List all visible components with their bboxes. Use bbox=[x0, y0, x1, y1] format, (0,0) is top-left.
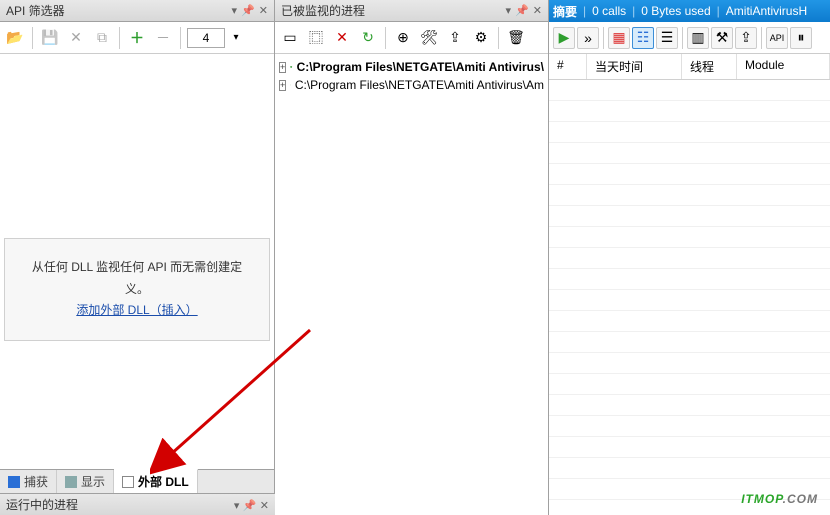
right-toolbar: ▶ » ▦ ☷ ☰ ▥ ⚒ ⇪ API ⏸ bbox=[549, 22, 830, 54]
mid-toolbar: ▭ ⿴ ✕ ↻ ⊕ 🛠 ⇪ ⚙ 🗑 bbox=[275, 22, 548, 54]
col-thread[interactable]: 线程 bbox=[682, 54, 737, 79]
hint-text-1: 从任何 DLL 监视任何 API 而无需创建定 bbox=[15, 257, 259, 279]
hint-box: 从任何 DLL 监视任何 API 而无需创建定 义。 添加外部 DLL（插入） bbox=[4, 238, 270, 341]
procname-label: AmitiAntivirusH bbox=[726, 4, 807, 18]
pin-icon[interactable]: 📌 bbox=[241, 4, 255, 17]
left-tabs: 捕获 显示 外部 DLL bbox=[0, 469, 274, 493]
display-icon bbox=[65, 476, 77, 488]
save-button[interactable]: 💾 bbox=[39, 27, 61, 49]
close-proc-button[interactable]: ✕ bbox=[331, 27, 353, 49]
close-icon[interactable]: ✕ bbox=[260, 500, 269, 512]
bottom-bar: 运行中的进程 ▾ 📌 ✕ bbox=[0, 493, 275, 515]
play-button[interactable]: ▶ bbox=[553, 27, 575, 49]
summary-label[interactable]: 摘要 bbox=[553, 3, 577, 20]
dropdown-icon[interactable]: ▾ bbox=[232, 4, 238, 17]
expander-icon[interactable]: + bbox=[279, 80, 286, 91]
export-button[interactable]: ⇪ bbox=[444, 27, 466, 49]
col-module[interactable]: Module bbox=[737, 54, 830, 79]
grid-view-button[interactable]: ▦ bbox=[608, 27, 630, 49]
tree-row-1[interactable]: + C:\Program Files\NETGATE\Amiti Antivir… bbox=[277, 76, 546, 94]
hint-text-2: 义。 bbox=[15, 279, 259, 301]
mid-panel-title: 已被监视的进程 ▾ 📌 ✕ bbox=[275, 0, 548, 22]
bottom-title: 运行中的进程 bbox=[6, 496, 78, 513]
tab-external-dll[interactable]: 外部 DLL bbox=[114, 469, 198, 493]
level-input[interactable] bbox=[187, 28, 225, 48]
watermark: ITMOP.COM bbox=[741, 483, 818, 509]
api-button[interactable]: API bbox=[766, 27, 788, 49]
close-icon[interactable]: ✕ bbox=[533, 4, 542, 17]
dropdown-icon[interactable]: ▾ bbox=[506, 4, 512, 17]
col-index[interactable]: # bbox=[549, 54, 587, 79]
shield-icon bbox=[290, 60, 292, 74]
external-icon bbox=[122, 476, 134, 488]
grid-body bbox=[549, 80, 830, 515]
capture-icon bbox=[8, 476, 20, 488]
bytes-label: 0 Bytes used bbox=[641, 4, 710, 18]
target-button[interactable]: ⊕ bbox=[392, 27, 414, 49]
tree-label-0: C:\Program Files\NETGATE\Amiti Antivirus… bbox=[297, 60, 544, 74]
cfg-button[interactable]: ⚒ bbox=[711, 27, 733, 49]
export2-button[interactable]: ⇪ bbox=[735, 27, 757, 49]
col-button[interactable]: ▥ bbox=[687, 27, 709, 49]
copy-button[interactable]: ⧉ bbox=[91, 27, 113, 49]
pin-icon[interactable]: 📌 bbox=[515, 4, 529, 17]
left-toolbar: 📂 💾 ✕ ⧉ ＋ － ▾ bbox=[0, 22, 274, 54]
proc2-button[interactable]: ⿴ bbox=[305, 27, 327, 49]
expander-icon[interactable]: + bbox=[279, 62, 286, 73]
open-button[interactable]: 📂 bbox=[4, 27, 26, 49]
level-dropdown[interactable]: ▾ bbox=[229, 27, 243, 49]
next-button[interactable]: » bbox=[577, 27, 599, 49]
close-icon[interactable]: ✕ bbox=[259, 4, 268, 17]
add-external-dll-link[interactable]: 添加外部 DLL（插入） bbox=[15, 300, 259, 322]
tab-capture[interactable]: 捕获 bbox=[0, 470, 57, 493]
remove-button[interactable]: － bbox=[152, 27, 174, 49]
calls-label: 0 calls bbox=[592, 4, 626, 18]
process-tree: + C:\Program Files\NETGATE\Amiti Antivir… bbox=[275, 54, 548, 515]
pin-icon[interactable]: 📌 bbox=[243, 500, 257, 512]
list-view-button[interactable]: ☰ bbox=[656, 27, 678, 49]
tree-label-1: C:\Program Files\NETGATE\Amiti Antivirus… bbox=[295, 78, 544, 92]
mid-panel-title-text: 已被监视的进程 bbox=[281, 2, 365, 19]
delete-button[interactable]: ✕ bbox=[65, 27, 87, 49]
col-time[interactable]: 当天时间 bbox=[587, 54, 682, 79]
tools-button[interactable]: 🛠 bbox=[418, 27, 440, 49]
shield-icon bbox=[290, 78, 291, 92]
dropdown-icon[interactable]: ▾ bbox=[234, 500, 240, 512]
left-panel-title-text: API 筛选器 bbox=[6, 2, 65, 19]
refresh-button[interactable]: ↻ bbox=[357, 27, 379, 49]
left-panel-title: API 筛选器 ▾ 📌 ✕ bbox=[0, 0, 274, 22]
tree-row-0[interactable]: + C:\Program Files\NETGATE\Amiti Antivir… bbox=[277, 58, 546, 76]
trash-button[interactable]: 🗑 bbox=[505, 27, 527, 49]
proc1-button[interactable]: ▭ bbox=[279, 27, 301, 49]
tree-view-button[interactable]: ☷ bbox=[632, 27, 654, 49]
gear-button[interactable]: ⚙ bbox=[470, 27, 492, 49]
right-panel-title: 摘要 | 0 calls | 0 Bytes used | AmitiAntiv… bbox=[549, 0, 830, 22]
tab-display[interactable]: 显示 bbox=[57, 470, 114, 493]
pause-button[interactable]: ⏸ bbox=[790, 27, 812, 49]
grid-header: # 当天时间 线程 Module bbox=[549, 54, 830, 80]
add-button[interactable]: ＋ bbox=[126, 27, 148, 49]
